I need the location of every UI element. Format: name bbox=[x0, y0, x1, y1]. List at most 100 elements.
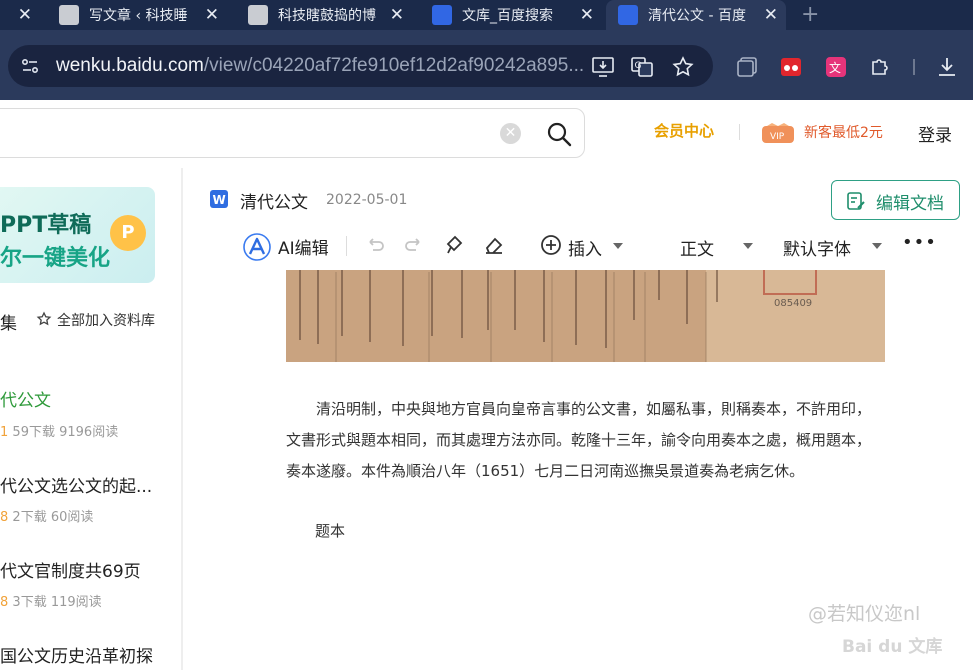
login-link[interactable]: 登录 bbox=[918, 121, 952, 146]
search-icon[interactable] bbox=[546, 121, 572, 147]
site-info-icon[interactable] bbox=[20, 56, 40, 76]
baidu-wenku-logo: Bai du 文库 bbox=[842, 637, 943, 657]
edit-document-button[interactable]: 编辑文档 bbox=[831, 180, 960, 220]
extensions-puzzle-icon[interactable] bbox=[868, 55, 892, 79]
close-tab-icon[interactable]: ✕ bbox=[205, 5, 219, 25]
related-doc-score: 8 bbox=[0, 510, 9, 525]
font-select[interactable]: 默认字体 bbox=[783, 235, 851, 260]
edit-doc-icon bbox=[847, 192, 865, 210]
extension-translate-icon[interactable]: 文 bbox=[824, 55, 848, 79]
translate-icon[interactable]: G bbox=[630, 55, 654, 79]
related-doc-score: 1 bbox=[0, 425, 9, 440]
related-doc-title[interactable]: 代文官制度共69页 bbox=[0, 557, 141, 582]
browser-toolbar: wenku.baidu.com/view/c04220af72fe910ef12… bbox=[0, 30, 973, 100]
undo-icon[interactable] bbox=[364, 234, 386, 256]
search-input[interactable] bbox=[0, 108, 585, 158]
scanned-manuscript-columns bbox=[286, 270, 885, 362]
close-tab-icon[interactable]: ✕ bbox=[580, 5, 594, 25]
new-user-promo-link[interactable]: 新客最低2元 bbox=[804, 122, 883, 142]
insert-menu[interactable]: 插入 bbox=[568, 235, 602, 260]
tab-4-active[interactable]: 清代公文 - 百度 ✕ bbox=[606, 0, 786, 30]
related-doc-downloads: 59下载 bbox=[12, 425, 55, 440]
author-watermark: @若知仪迩nl bbox=[808, 603, 921, 625]
edit-document-label: 编辑文档 bbox=[876, 194, 944, 214]
url-host: wenku.baidu.com bbox=[56, 55, 204, 76]
svg-text:文: 文 bbox=[829, 60, 841, 75]
tab-1[interactable]: 写文章 ‹ 科技睡 ✕ bbox=[47, 0, 227, 30]
tab-title: 写文章 ‹ 科技睡 bbox=[89, 8, 188, 24]
baidu-paw-icon bbox=[618, 5, 638, 25]
article-favicon-icon bbox=[59, 5, 79, 25]
ai-edit-label[interactable]: AI编辑 bbox=[278, 234, 329, 259]
word-doc-icon: W bbox=[210, 190, 228, 208]
chevron-down-icon[interactable] bbox=[743, 243, 753, 249]
redo-icon[interactable] bbox=[403, 234, 425, 256]
vip-badge-icon[interactable]: VIP bbox=[761, 122, 795, 144]
member-center-link[interactable]: 会员中心 bbox=[654, 120, 714, 141]
tab-3[interactable]: 文库_百度搜索 ✕ bbox=[420, 0, 602, 30]
baidu-paw-icon bbox=[432, 5, 452, 25]
banner-line2: 尔一键美化 bbox=[0, 246, 111, 271]
section-heading: 题本 bbox=[315, 522, 346, 540]
paragraph-line: 奏本遂廢。本件為順治八年（1651）七月二日河南巡撫吳景道奏為老病乞休。 bbox=[286, 462, 805, 480]
star-outline-icon[interactable] bbox=[36, 311, 52, 327]
new-tab-button[interactable]: + bbox=[801, 2, 819, 27]
paragraph-style-select[interactable]: 正文 bbox=[680, 235, 714, 260]
scanned-memorial-image bbox=[286, 270, 885, 362]
related-doc-downloads: 3下载 bbox=[12, 595, 47, 610]
document-date: 2022-05-01 bbox=[326, 192, 408, 208]
related-doc-meta: 8 2下载 60阅读 bbox=[0, 506, 93, 525]
related-doc-reads: 9196阅读 bbox=[59, 425, 119, 440]
toolbar-separator bbox=[913, 59, 915, 75]
bookmark-star-icon[interactable] bbox=[671, 55, 695, 79]
tab-title: 清代公文 - 百度 bbox=[648, 8, 746, 24]
related-doc-meta: 8 3下载 119阅读 bbox=[0, 591, 102, 610]
archive-stamp-number: 085409 bbox=[774, 298, 813, 309]
sidebar-divider bbox=[181, 168, 183, 670]
related-doc-downloads: 2下载 bbox=[12, 510, 47, 525]
related-doc-title[interactable]: 国公文历史沿革初探 bbox=[0, 642, 153, 667]
document-title: 清代公文 bbox=[240, 193, 308, 213]
svg-text:G: G bbox=[635, 61, 642, 71]
toolbar-separator bbox=[346, 236, 347, 256]
chevron-down-icon[interactable] bbox=[872, 243, 882, 249]
tab-title: 文库_百度搜索 bbox=[462, 8, 553, 24]
related-doc-reads: 119阅读 bbox=[50, 595, 102, 610]
add-all-to-library-button[interactable]: 全部加入资料库 bbox=[57, 310, 155, 330]
chevron-down-icon[interactable] bbox=[613, 243, 623, 249]
vip-badge-text: VIP bbox=[770, 132, 785, 142]
clear-search-icon[interactable]: ✕ bbox=[500, 123, 521, 144]
related-doc-reads: 60阅读 bbox=[50, 510, 94, 525]
tab-2[interactable]: 科技瞎鼓捣的博 ✕ bbox=[236, 0, 412, 30]
header-divider bbox=[739, 124, 740, 140]
url-path: /view/c04220af72fe910ef12d2af90242a895..… bbox=[203, 55, 585, 76]
close-tab-icon[interactable]: ✕ bbox=[18, 5, 32, 25]
url-text: wenku.baidu.com/view/c04220af72fe910ef12… bbox=[56, 55, 584, 77]
tab-title: 科技瞎鼓捣的博 bbox=[278, 8, 376, 24]
eraser-icon[interactable] bbox=[483, 234, 505, 256]
related-doc-title[interactable]: 代公文选公文的起... bbox=[0, 472, 152, 497]
reading-list-icon[interactable] bbox=[735, 55, 759, 79]
ai-edit-logo-icon[interactable] bbox=[242, 232, 272, 262]
svg-text:W: W bbox=[213, 193, 226, 207]
insert-plus-icon[interactable] bbox=[540, 234, 562, 256]
paragraph-line: 清沿明制，中央與地方官員向皇帝言事的公文書，如屬私事，則稱奏本，不許用印， bbox=[316, 400, 872, 418]
more-options-button[interactable]: ••• bbox=[902, 232, 937, 253]
close-tab-icon[interactable]: ✕ bbox=[764, 5, 778, 25]
address-bar[interactable]: wenku.baidu.com/view/c04220af72fe910ef12… bbox=[8, 45, 713, 87]
tab-strip: ✕ 写文章 ‹ 科技睡 ✕ 科技瞎鼓捣的博 ✕ 文库_百度搜索 ✕ 清代公文 -… bbox=[0, 0, 973, 30]
blog-favicon-icon bbox=[248, 5, 268, 25]
download-icon[interactable] bbox=[935, 55, 959, 79]
close-tab-icon[interactable]: ✕ bbox=[390, 5, 404, 25]
format-painter-icon[interactable] bbox=[444, 234, 466, 256]
related-doc-meta: 1 59下载 9196阅读 bbox=[0, 421, 118, 440]
related-doc-score: 8 bbox=[0, 595, 9, 610]
install-app-icon[interactable] bbox=[591, 55, 615, 79]
related-doc-title[interactable]: 代公文 bbox=[0, 386, 51, 411]
collect-heading: 集 bbox=[0, 314, 17, 334]
extension-red-icon[interactable] bbox=[779, 55, 803, 79]
paragraph-line: 文書形式與題本相同，而其處理方法亦同。乾隆十三年，諭令向用奏本之處，概用題本， bbox=[286, 431, 872, 449]
banner-line1: PPT草稿 bbox=[0, 213, 92, 238]
tab-0[interactable]: ✕ bbox=[0, 0, 46, 30]
banner-p-icon: P bbox=[110, 215, 146, 251]
